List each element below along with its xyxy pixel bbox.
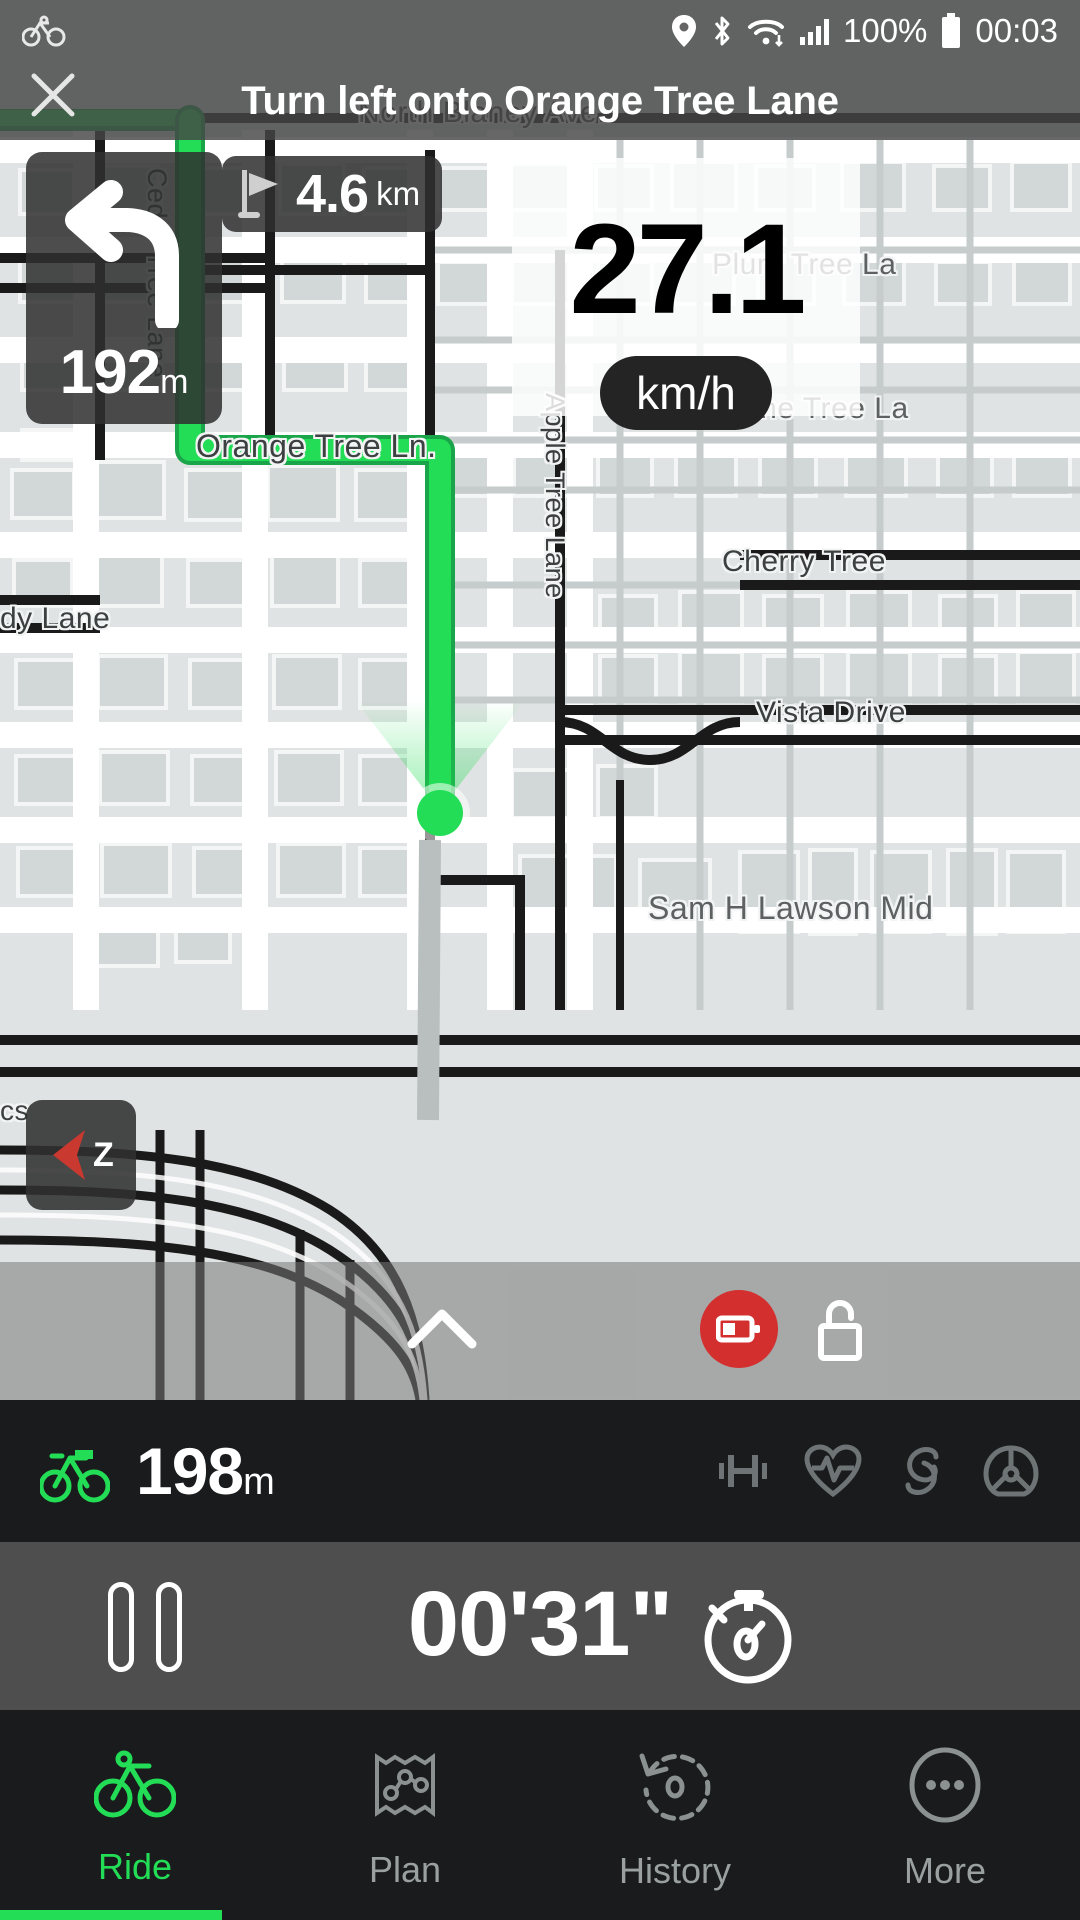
battery-icon [942, 13, 961, 48]
bluetooth-icon [714, 16, 730, 46]
map-street-label: Vista Drive [756, 696, 906, 729]
remaining-distance-unit: km [376, 175, 421, 212]
map-street-label: cs [0, 1095, 29, 1126]
map-street-label: Apple Tree Lane [540, 393, 570, 599]
remaining-distance-value: 4.6 [296, 164, 369, 224]
bike-icon [22, 15, 66, 47]
close-navigation-button[interactable] [14, 56, 92, 134]
speed-unit-badge: km/h [600, 356, 772, 430]
power-meter-icon[interactable] [982, 1444, 1040, 1498]
speed-panel[interactable]: 27.1 km/h [512, 158, 860, 430]
compass-letter: Z [93, 1136, 114, 1174]
turn-distance-unit: m [160, 363, 189, 401]
bottom-navigation: Ride Plan History More [0, 1710, 1080, 1920]
navigation-instruction-bar: Turn left onto Orange Tree Lane [0, 62, 1080, 140]
elapsed-time: 00'31" [407, 1573, 673, 1675]
home-indicator [0, 1910, 222, 1920]
nav-item-ride[interactable]: Ride [0, 1710, 270, 1920]
turn-distance-value: 192 [59, 338, 161, 407]
sensor-status-icons [714, 1444, 1040, 1498]
navigation-instruction: Turn left onto Orange Tree Lane [241, 78, 839, 123]
route-map-icon [375, 1753, 435, 1817]
expand-panel-button[interactable] [406, 1300, 478, 1356]
ride-distance-unit: m [243, 1461, 275, 1503]
ride-distance-value: 198 [136, 1434, 244, 1508]
heart-rate-sensor-icon[interactable] [804, 1444, 862, 1498]
speed-sensor-icon[interactable] [894, 1445, 950, 1497]
nav-label-ride: Ride [97, 1846, 173, 1887]
turn-maneuver-card[interactable]: 192m [26, 152, 222, 424]
status-indicators: 100% 00:03 [671, 12, 1058, 50]
compass-button[interactable]: Z [26, 1100, 136, 1210]
finish-flag-icon [238, 170, 278, 218]
ride-distance: 198m [136, 1438, 275, 1504]
turn-left-arrow-icon [49, 178, 199, 333]
status-bar: 100% 00:03 [0, 0, 1080, 62]
lap-timer-button[interactable] [690, 1578, 800, 1688]
nav-item-more[interactable]: More [810, 1710, 1080, 1920]
ride-navigation-screen: North Blaney Ave.Cedar Tree LaneOrange T… [0, 0, 1080, 1920]
map-street-label: Sam H Lawson Mid [648, 890, 934, 926]
ride-stats-bar: 198m [0, 1400, 1080, 1542]
nav-label-more: More [903, 1850, 987, 1891]
battery-percent: 100% [843, 12, 928, 49]
map-street-label: Orange Tree Ln. [196, 428, 437, 464]
nav-item-plan[interactable]: Plan [270, 1710, 540, 1920]
bicycle-icon [40, 1450, 110, 1503]
bicycle-icon [94, 1750, 176, 1818]
cadence-sensor-icon[interactable] [714, 1445, 772, 1497]
nav-label-plan: Plan [368, 1849, 442, 1890]
map-street-label: dy Lane [0, 602, 111, 635]
unlock-icon [818, 1300, 862, 1361]
remaining-distance-badge[interactable]: 4.6 km [222, 156, 443, 232]
battery-low-badge[interactable] [700, 1290, 778, 1368]
history-clock-icon [639, 1753, 711, 1821]
wifi-icon [748, 19, 784, 47]
turn-distance: 192m [26, 337, 222, 408]
nav-item-history[interactable]: History [540, 1710, 810, 1920]
map-street-label: Cherry Tree [722, 545, 886, 578]
location-pin-icon [672, 15, 696, 47]
stopwatch-icon [704, 1590, 792, 1684]
cellular-signal-icon [800, 19, 829, 45]
status-clock: 00:03 [975, 12, 1058, 49]
nav-label-history: History [618, 1850, 731, 1891]
speed-value: 27.1 [569, 198, 806, 341]
close-icon [31, 73, 75, 117]
map-control-strip [0, 1262, 1080, 1400]
battery-low-icon [716, 1315, 760, 1343]
screen-lock-button[interactable] [800, 1288, 880, 1370]
more-dots-icon [909, 1747, 981, 1823]
